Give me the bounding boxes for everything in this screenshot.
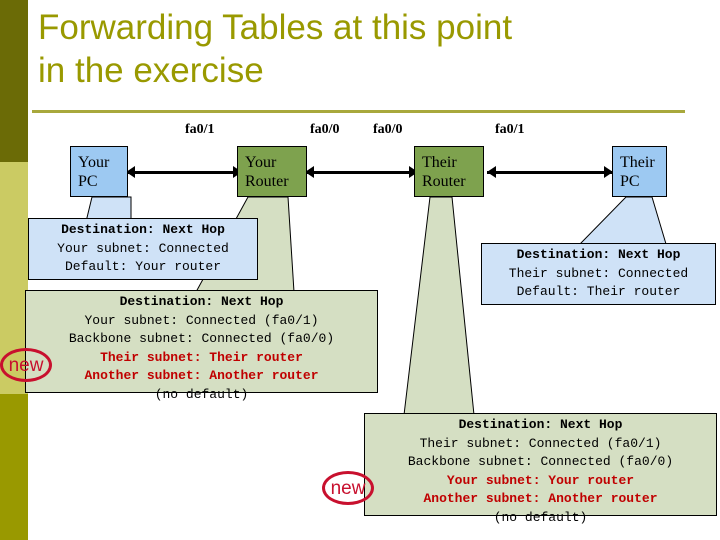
table-your-router: Destination: Next Hop Your subnet: Conne… bbox=[25, 290, 378, 402]
table-your-router-new-row-1: Another subnet: Another router bbox=[84, 368, 319, 383]
table-their-router-row-1: Backbone subnet: Connected (fa0/0) bbox=[407, 454, 674, 469]
table-your-pc-row-0: Your subnet: Connected bbox=[57, 240, 229, 256]
new-badge-your-router: new bbox=[0, 348, 52, 382]
table-their-router-new-row-0: Your subnet: Your router bbox=[446, 472, 635, 488]
table-their-router-new-row-1: Another subnet: Another router bbox=[423, 491, 658, 506]
tail-their-pc bbox=[578, 196, 667, 245]
table-their-router-row-0: Their subnet: Connected (fa0/1) bbox=[419, 435, 662, 451]
tail-their-router bbox=[403, 196, 475, 416]
table-their-pc: Destination: Next Hop Their subnet: Conn… bbox=[481, 243, 716, 305]
table-their-pc-row-0: Their subnet: Connected bbox=[508, 265, 689, 281]
table-their-router: Destination: Next Hop Their subnet: Conn… bbox=[364, 413, 717, 525]
table-your-pc-header: Destination: Next Hop bbox=[61, 222, 225, 237]
table-your-router-new-row-0: Their subnet: Their router bbox=[100, 349, 303, 365]
table-their-router-header: Destination: Next Hop bbox=[458, 417, 623, 432]
slide-canvas: Forwarding Tables at this point in the e… bbox=[0, 0, 720, 540]
table-their-pc-header: Destination: Next Hop bbox=[516, 247, 681, 262]
table-your-router-footer: (no default) bbox=[154, 386, 249, 402]
table-your-pc-row-1: Default: Your router bbox=[64, 259, 222, 274]
table-their-router-footer: (no default) bbox=[493, 509, 588, 525]
table-their-pc-row-1: Default: Their router bbox=[516, 284, 681, 299]
table-your-router-header: Destination: Next Hop bbox=[119, 294, 284, 309]
table-your-router-row-1: Backbone subnet: Connected (fa0/0) bbox=[68, 331, 335, 346]
new-badge-their-router: new bbox=[322, 471, 374, 505]
table-your-pc: Destination: Next Hop Your subnet: Conne… bbox=[28, 218, 258, 280]
table-your-router-row-0: Your subnet: Connected (fa0/1) bbox=[84, 312, 319, 328]
